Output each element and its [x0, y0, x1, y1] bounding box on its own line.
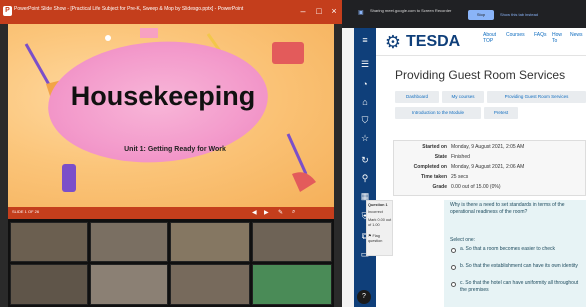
summary-label: Grade — [432, 184, 447, 190]
list-icon[interactable]: ☰ — [357, 58, 373, 70]
user-icon[interactable]: ⚲ — [357, 172, 373, 184]
summary-label: Started on — [422, 144, 447, 150]
share-status-text: Sharing meet.google.com to Screen Record… — [370, 8, 452, 13]
option-radio-c[interactable] — [451, 282, 456, 287]
close-button[interactable]: × — [327, 4, 341, 18]
next-slide-icon[interactable]: ▶ — [264, 209, 272, 217]
shield-icon[interactable]: ⛉ — [357, 114, 373, 126]
slide-title: Housekeeping — [70, 81, 256, 111]
summary-value: Monday, 9 August 2021, 2:05 AM — [451, 144, 525, 150]
option-text-a[interactable]: a. So that a room becomes easier to chec… — [460, 246, 584, 260]
participant-tile[interactable] — [10, 264, 88, 305]
nav-courses[interactable]: Courses — [506, 32, 532, 46]
mop-head — [292, 172, 316, 192]
breadcrumb-course[interactable]: Providing Guest Room Services — [487, 91, 586, 103]
option-text-b[interactable]: b. So that the establishment can have it… — [460, 263, 584, 277]
participant-tile[interactable] — [90, 222, 168, 262]
breadcrumb-my-courses[interactable]: My courses — [442, 91, 484, 103]
participant-tile[interactable] — [90, 264, 168, 305]
summary-value: Monday, 9 August 2021, 2:06 AM — [451, 164, 525, 170]
site-logo[interactable]: TESDA — [406, 32, 466, 52]
summary-label: Time taken — [420, 174, 447, 180]
pen-icon[interactable]: ✎ — [278, 209, 286, 217]
summary-label: Completed on — [413, 164, 447, 170]
gauge-icon[interactable]: ◔ — [357, 78, 373, 90]
left-gutter — [342, 28, 354, 307]
sparkle — [105, 35, 111, 41]
question-info — [366, 200, 393, 256]
star-icon[interactable]: ☆ — [357, 132, 373, 144]
participant-tile[interactable] — [10, 222, 88, 262]
stop-sharing-button[interactable]: Stop — [468, 10, 494, 20]
flag-question-link-text[interactable]: question — [368, 239, 392, 243]
home-icon[interactable]: ⌂ — [357, 96, 373, 108]
slide-subtitle: Unit 1: Getting Ready for Work — [124, 146, 226, 153]
summary-value: Finished — [451, 154, 470, 160]
summary-value: 25 secs — [451, 174, 469, 180]
participant-tile[interactable] — [170, 222, 250, 262]
switch-tab-link[interactable]: Show this tab instead — [500, 12, 560, 20]
nav-about[interactable]: About TOP — [483, 32, 501, 46]
spray-bottle — [62, 164, 76, 192]
option-text-c[interactable]: c. So that the hotel can have uniformity… — [460, 280, 584, 302]
nav-faqs[interactable]: FAQs — [534, 32, 548, 46]
course-title: Providing Guest Room Services — [395, 68, 566, 82]
mop-handle — [286, 133, 308, 175]
breadcrumb-dashboard[interactable]: Dashboard — [395, 91, 439, 103]
option-radio-a[interactable] — [451, 248, 456, 253]
summary-value: 0.00 out of 15.00 (0%) — [451, 184, 501, 190]
zoom-icon[interactable]: ⌕ — [292, 209, 300, 217]
help-button[interactable]: ? — [357, 290, 371, 304]
ppt-window-title: PowerPoint Slide Show - [Practical Life … — [14, 6, 244, 12]
question-text: Why is there a need to set standards in … — [450, 202, 565, 215]
refresh-icon[interactable]: ↻ — [357, 154, 373, 166]
participant-tile[interactable] — [252, 264, 332, 305]
participant-tile[interactable] — [170, 264, 250, 305]
breadcrumb-pretest[interactable]: Pretest — [484, 107, 518, 119]
question-state: Incorrect — [368, 210, 383, 214]
restore-button[interactable]: □ — [312, 4, 326, 18]
menu-icon[interactable]: ≡ — [357, 34, 373, 46]
minimize-button[interactable]: – — [296, 4, 310, 18]
flag-question-link[interactable]: ⚑ Flag — [368, 233, 392, 238]
breadcrumb-module[interactable]: Introduction to the Module — [395, 107, 481, 119]
slide-counter: SLIDE 1 OF 26 — [12, 209, 40, 214]
question-mark-max: of 1.00 — [368, 223, 380, 227]
question-number: Question 1 — [368, 203, 388, 207]
nav-news[interactable]: News — [570, 32, 586, 46]
tesda-logo-icon[interactable]: ⚙ — [382, 31, 404, 53]
prev-slide-icon[interactable]: ◀ — [252, 209, 260, 217]
nav-how[interactable]: How To — [552, 32, 566, 46]
powerpoint-icon: P — [3, 6, 12, 16]
cloth — [140, 28, 158, 38]
screen-share-icon: ▣ — [358, 10, 364, 16]
question-mark: Mark 0.00 out — [368, 218, 392, 222]
participant-tile[interactable] — [252, 222, 332, 262]
select-one-label: Select one: — [450, 237, 476, 243]
option-radio-b[interactable] — [451, 265, 456, 270]
summary-label: State — [434, 154, 447, 160]
sponge — [272, 42, 304, 64]
